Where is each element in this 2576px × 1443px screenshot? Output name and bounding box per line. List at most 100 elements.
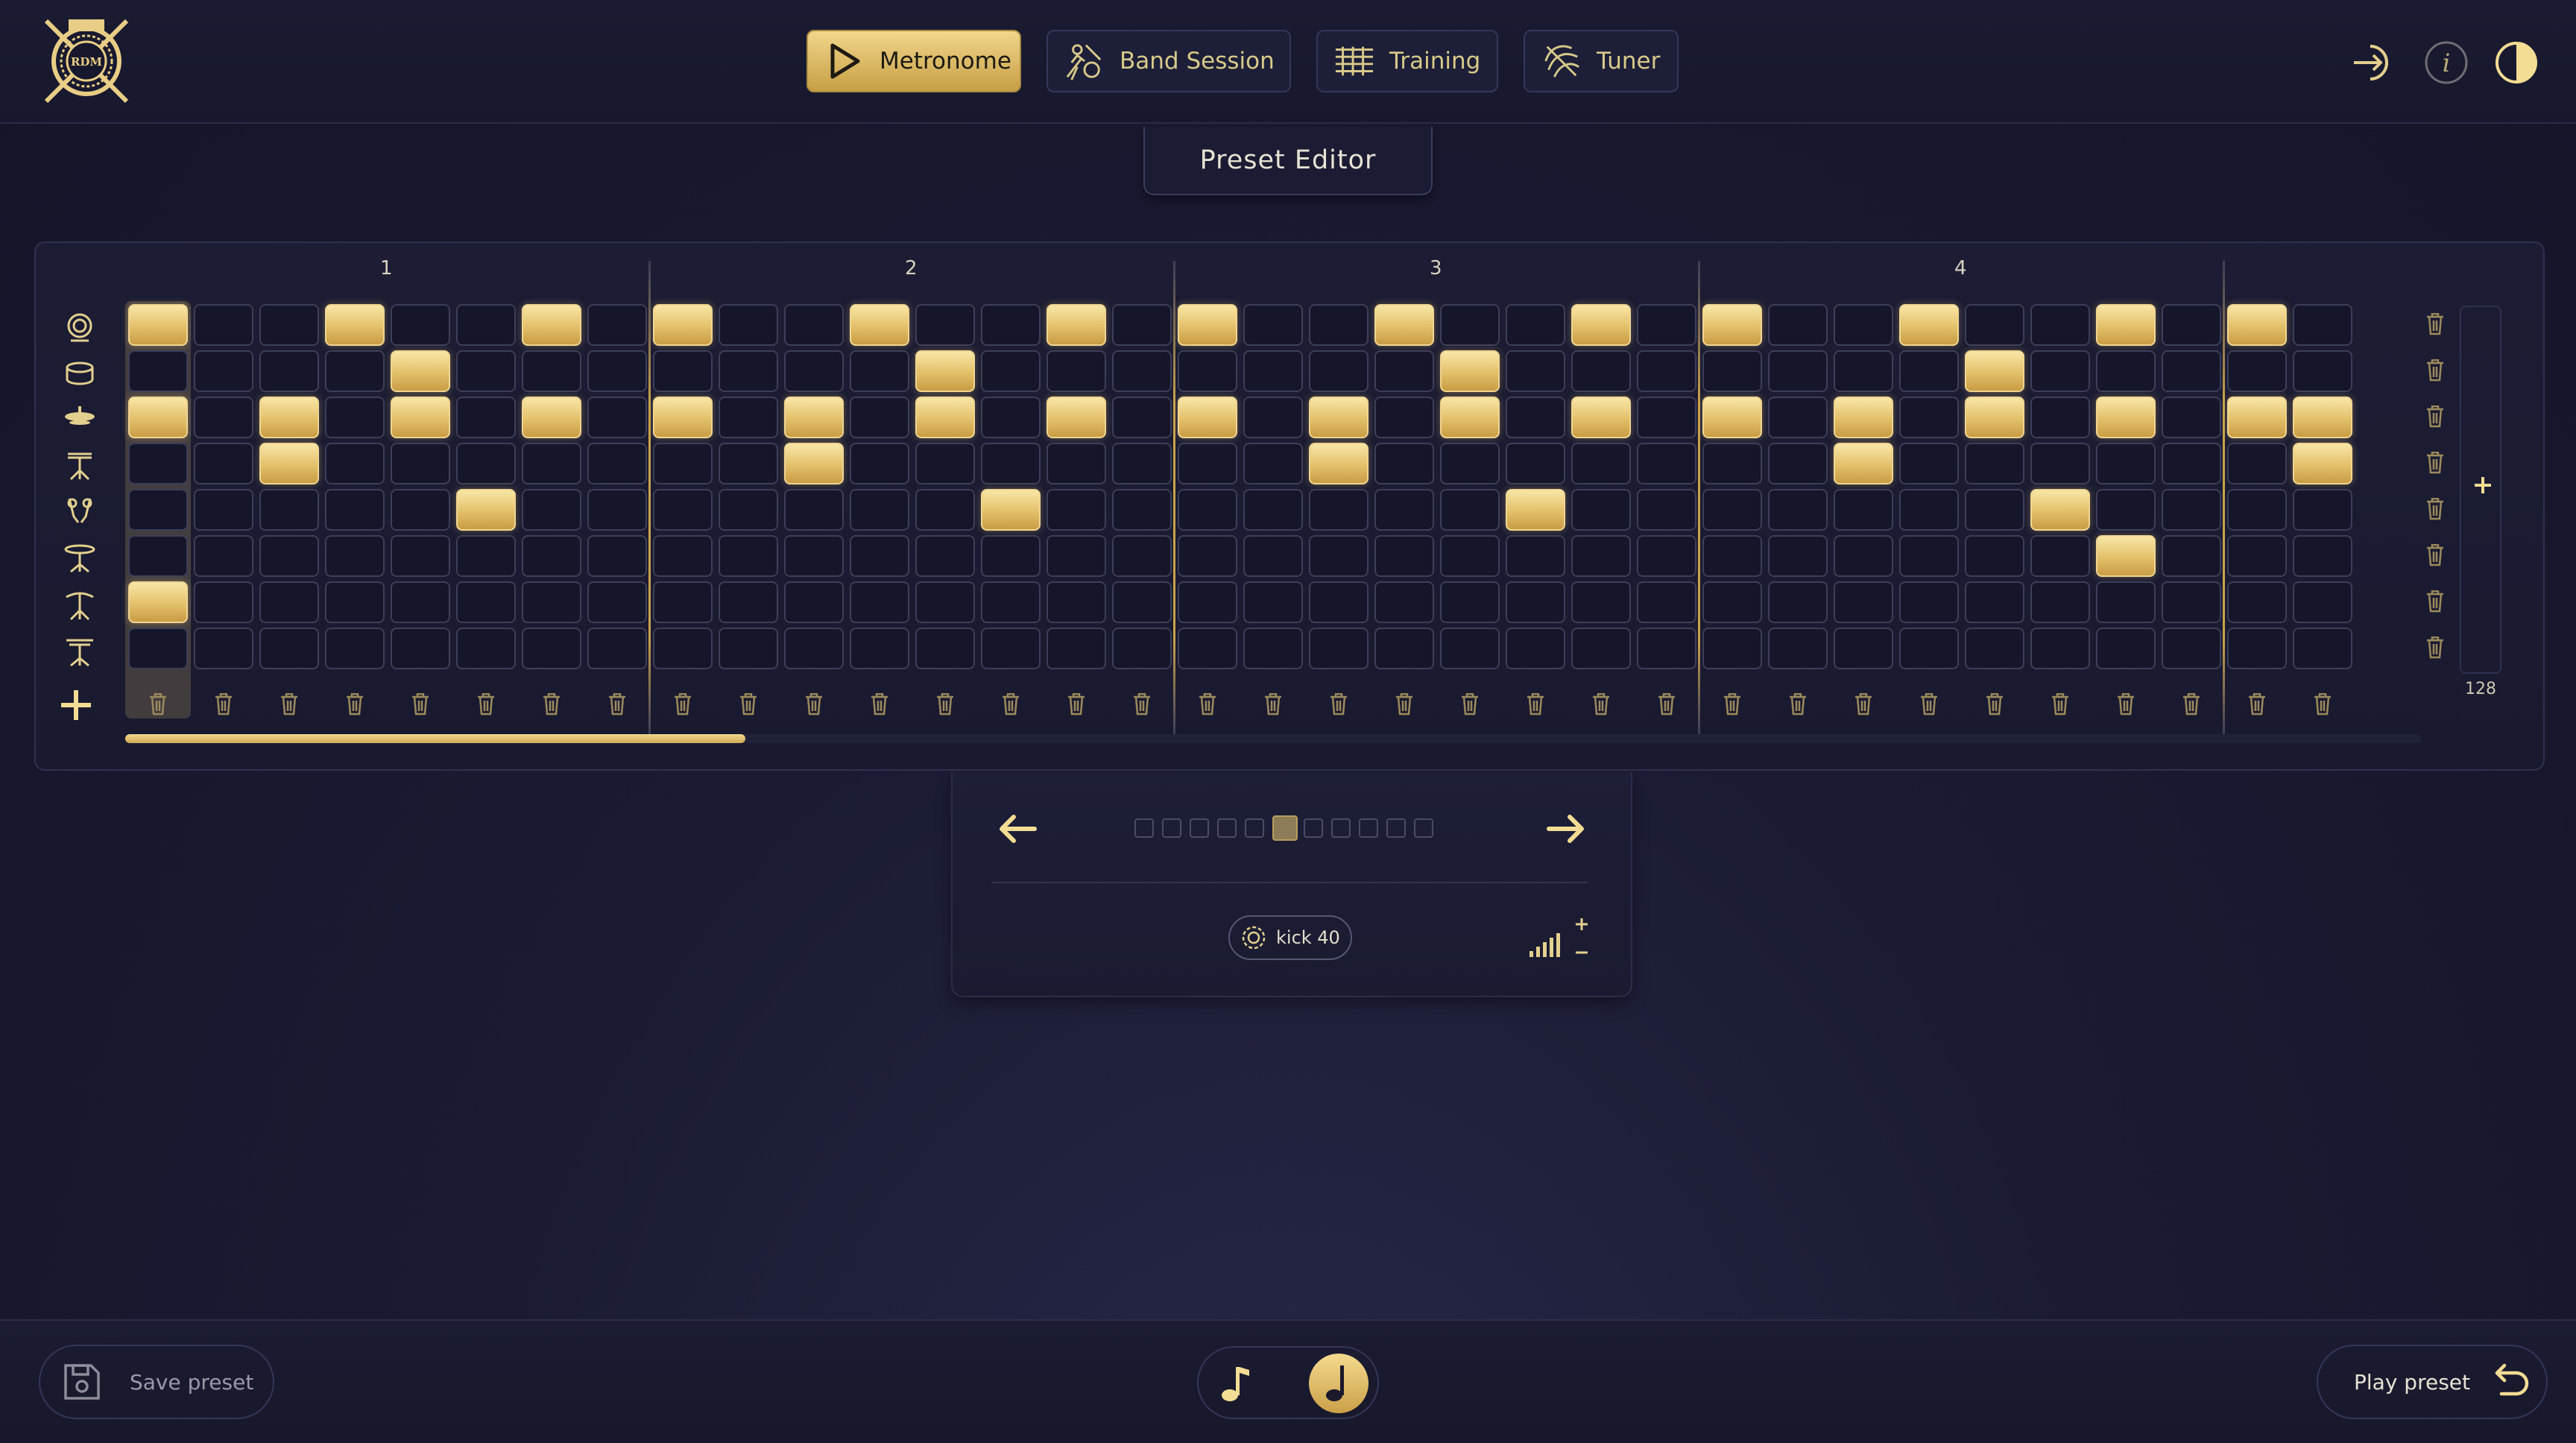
trash-icon[interactable] — [2425, 590, 2445, 613]
add-instrument-button[interactable] — [58, 687, 94, 723]
step-cell[interactable] — [522, 489, 581, 531]
step-cell[interactable] — [1243, 535, 1303, 577]
arrow-left-icon[interactable] — [996, 812, 1041, 845]
trash-icon[interactable] — [2247, 692, 2267, 716]
step-cell[interactable] — [1702, 304, 1762, 346]
step-cell[interactable] — [1046, 443, 1106, 484]
step-cell[interactable] — [391, 489, 450, 531]
trash-icon[interactable] — [2425, 359, 2445, 382]
step-cell[interactable] — [325, 535, 385, 577]
trash-icon[interactable] — [280, 692, 299, 716]
step-cell[interactable] — [1178, 628, 1237, 669]
step-cell[interactable] — [2162, 443, 2221, 484]
step-cell[interactable] — [391, 350, 450, 392]
step-cell[interactable] — [850, 535, 909, 577]
step-cell[interactable] — [2096, 628, 2156, 669]
trash-icon[interactable] — [804, 692, 824, 716]
trash-icon[interactable] — [1132, 692, 1152, 716]
step-cell[interactable] — [2096, 535, 2156, 577]
step-cell[interactable] — [194, 581, 253, 623]
contrast-icon[interactable] — [2493, 39, 2540, 86]
step-cell[interactable] — [1440, 443, 1500, 484]
step-cell[interactable] — [1834, 397, 1893, 438]
step-cell[interactable] — [981, 489, 1041, 531]
step-cell[interactable] — [981, 628, 1041, 669]
trash-icon[interactable] — [1985, 692, 2004, 716]
step-cell[interactable] — [1637, 350, 1696, 392]
trash-icon[interactable] — [673, 692, 692, 716]
step-cell[interactable] — [1309, 397, 1368, 438]
trash-icon[interactable] — [2425, 451, 2445, 474]
step-cell[interactable] — [1506, 397, 1565, 438]
step-cell[interactable] — [128, 397, 188, 438]
step-cell[interactable] — [1768, 628, 1828, 669]
step-cell[interactable] — [1440, 628, 1500, 669]
trash-icon[interactable] — [345, 692, 364, 716]
step-cell[interactable] — [1899, 581, 1959, 623]
step-cell[interactable] — [194, 628, 253, 669]
step-cell[interactable] — [522, 350, 581, 392]
page-dot[interactable] — [1359, 818, 1378, 838]
step-cell[interactable] — [784, 581, 844, 623]
step-cell[interactable] — [1506, 443, 1565, 484]
step-cell[interactable] — [2293, 581, 2352, 623]
trash-icon[interactable] — [2425, 312, 2445, 335]
step-cell[interactable] — [1178, 350, 1237, 392]
step-cell[interactable] — [391, 581, 450, 623]
step-cell[interactable] — [1768, 304, 1828, 346]
hihat-stand-icon[interactable] — [61, 446, 98, 483]
trash-icon[interactable] — [476, 692, 496, 716]
step-cell[interactable] — [1374, 350, 1434, 392]
step-cell[interactable] — [981, 535, 1041, 577]
step-cell[interactable] — [1243, 489, 1303, 531]
step-cell[interactable] — [522, 397, 581, 438]
trash-icon[interactable] — [214, 692, 233, 716]
step-cell[interactable] — [915, 628, 975, 669]
step-cell[interactable] — [981, 443, 1041, 484]
step-cell[interactable] — [915, 489, 975, 531]
step-cell[interactable] — [784, 397, 844, 438]
preset-editor-tab[interactable]: Preset Editor — [1143, 127, 1433, 195]
step-cell[interactable] — [1243, 397, 1303, 438]
step-cell[interactable] — [850, 581, 909, 623]
step-cell[interactable] — [1112, 304, 1172, 346]
step-cell[interactable] — [1899, 350, 1959, 392]
step-cell[interactable] — [2227, 397, 2287, 438]
step-cell[interactable] — [2030, 628, 2090, 669]
step-cell[interactable] — [915, 304, 975, 346]
step-cell[interactable] — [850, 489, 909, 531]
step-cell[interactable] — [1178, 304, 1237, 346]
trash-icon[interactable] — [2425, 543, 2445, 566]
trash-icon[interactable] — [870, 692, 889, 716]
step-cell[interactable] — [784, 350, 844, 392]
shaker-icon[interactable] — [61, 492, 98, 529]
step-cell[interactable] — [1309, 350, 1368, 392]
step-cell[interactable] — [391, 535, 450, 577]
trash-icon[interactable] — [1723, 692, 1742, 716]
page-dot[interactable] — [1162, 818, 1181, 838]
step-cell[interactable] — [1178, 535, 1237, 577]
step-cell[interactable] — [719, 443, 778, 484]
trash-icon[interactable] — [2313, 692, 2332, 716]
step-cell[interactable] — [1374, 304, 1434, 346]
step-cell[interactable] — [653, 489, 713, 531]
step-cell[interactable] — [194, 443, 253, 484]
trash-icon[interactable] — [935, 692, 955, 716]
step-cell[interactable] — [1899, 489, 1959, 531]
ride-stand-icon[interactable] — [61, 632, 98, 669]
step-cell[interactable] — [1637, 397, 1696, 438]
step-cell[interactable] — [784, 628, 844, 669]
step-cell[interactable] — [587, 535, 647, 577]
play-preset-button[interactable]: Play preset — [2317, 1345, 2548, 1419]
step-cell[interactable] — [456, 581, 516, 623]
step-cell[interactable] — [1112, 581, 1172, 623]
trash-icon[interactable] — [1460, 692, 1480, 716]
step-cell[interactable] — [259, 443, 319, 484]
step-cell[interactable] — [2227, 535, 2287, 577]
step-cell[interactable] — [915, 397, 975, 438]
step-cell[interactable] — [1178, 489, 1237, 531]
step-cell[interactable] — [1702, 535, 1762, 577]
step-cell[interactable] — [719, 304, 778, 346]
step-cell[interactable] — [2162, 304, 2221, 346]
save-preset-button[interactable]: Save preset — [39, 1345, 274, 1419]
